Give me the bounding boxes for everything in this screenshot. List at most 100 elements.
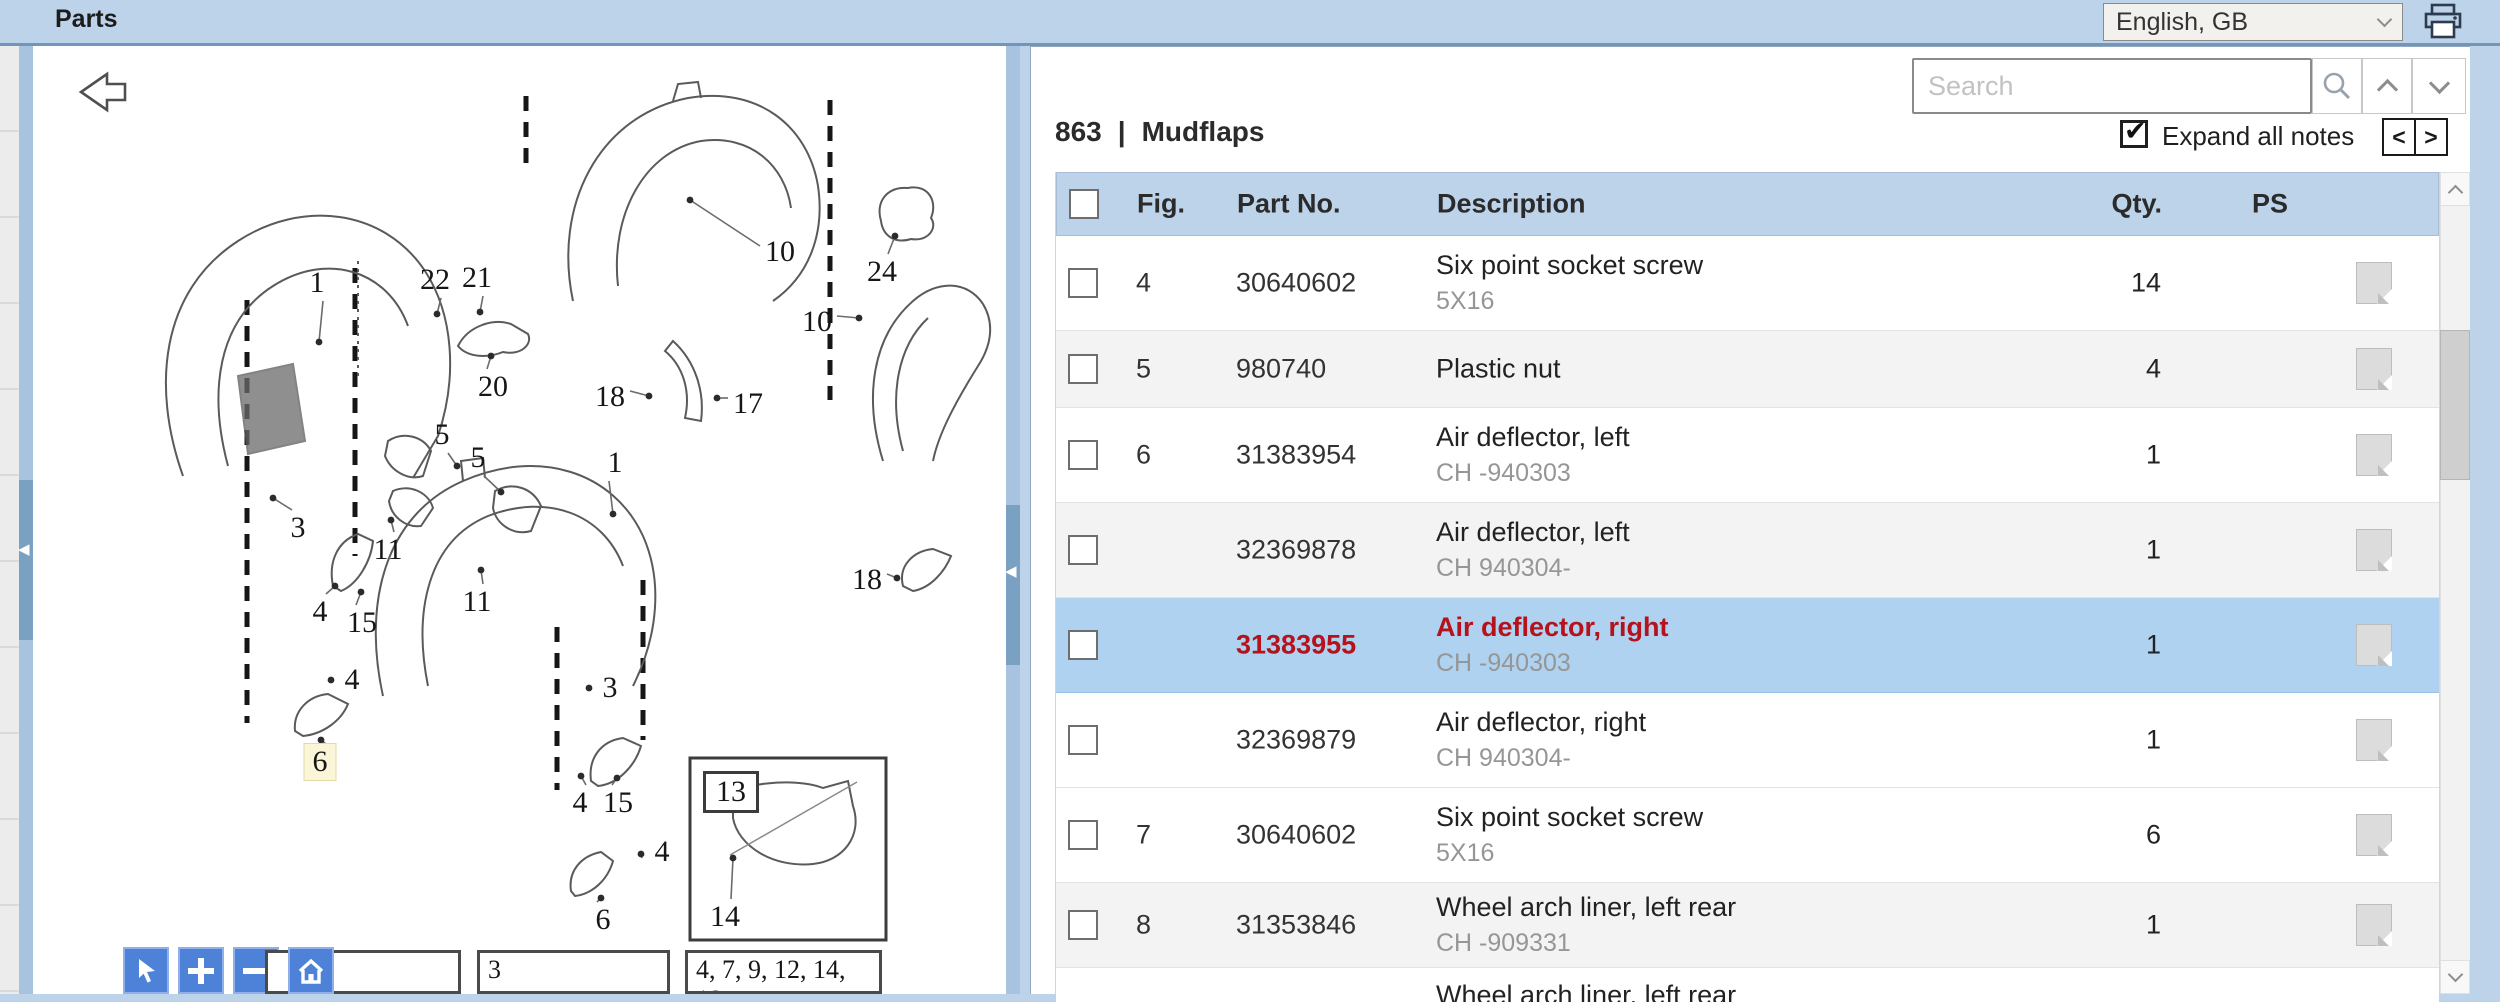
table-row[interactable]: 6 31383954 Air deflector, left CH -940303 1 <box>1056 408 2439 503</box>
left-splitter[interactable]: ◀ <box>18 46 33 994</box>
part-number: 32369878 <box>1236 534 1357 565</box>
description-cell: Six point socket screw 5X16 <box>1436 250 2046 316</box>
row-checkbox[interactable] <box>1068 630 1098 660</box>
table-row[interactable]: 32369878 Air deflector, left CH 940304- 1 <box>1056 503 2439 598</box>
quantity: 1 <box>2145 439 2161 470</box>
diagram-panel: 1 22 21 20 10 24 10 18 17 5 5 1 3 11 11 4 15 3 4 6 18 4 15 4 6 14… <box>33 46 1006 994</box>
table-row[interactable]: 32369879 Air deflector, right CH 940304- 1 <box>1056 693 2439 788</box>
diagram-callout-22: 22 <box>420 263 450 296</box>
left-splitter-grip[interactable] <box>19 480 33 640</box>
description-chassis-range: CH -940303 <box>1436 459 1571 487</box>
plus-icon <box>188 957 214 984</box>
panel-splitter[interactable]: ◀ <box>1005 46 1020 994</box>
diagram-callout-24: 24 <box>867 255 897 288</box>
thumbnail-figure-group[interactable]: 4, 7, 9, 12, 14, 18 <box>685 950 882 994</box>
table-row[interactable]: 5 980740 Plastic nut 4 <box>1056 331 2439 408</box>
part-number: 32369879 <box>1236 724 1357 755</box>
search-icon <box>2323 72 2351 100</box>
header-description: Description <box>1437 188 1586 219</box>
header-fig: Fig. <box>1137 188 1185 219</box>
description-chassis-range: CH -909331 <box>1436 929 1571 957</box>
scrollbar-thumb[interactable] <box>2440 330 2470 480</box>
description-cell: Plastic nut <box>1436 354 2046 385</box>
scroll-up-button[interactable] <box>2440 172 2470 206</box>
diagram-callout-6: 6 <box>303 743 337 781</box>
search-input[interactable] <box>1912 58 2312 114</box>
diagram-callout-4: 4 <box>344 663 360 696</box>
zoom-in-button[interactable] <box>178 947 224 994</box>
header-qty: Qty. <box>2111 188 2162 219</box>
quantity: 6 <box>2145 819 2161 850</box>
description-chassis-range: CH 940304- <box>1436 744 1571 772</box>
quantity: 1 <box>2145 909 2161 940</box>
chevron-down-icon <box>2447 966 2463 982</box>
note-icon[interactable] <box>2356 719 2392 761</box>
search-next-button[interactable] <box>2412 58 2466 114</box>
part-number: 30640602 <box>1236 819 1357 850</box>
note-icon[interactable] <box>2356 529 2392 571</box>
diagram-callout-6: 6 <box>595 903 611 936</box>
part-number: 31383954 <box>1236 439 1357 470</box>
table-row[interactable]: 8 31353846 Wheel arch liner, left rear CH -… <box>1056 883 2439 968</box>
row-checkbox[interactable] <box>1068 268 1098 298</box>
section-divider: | <box>1117 116 1126 147</box>
table-row[interactable]: 7 30640602 Six point socket screw 5X16 6 <box>1056 788 2439 883</box>
part-number: 980740 <box>1236 353 1327 384</box>
description-cell: Air deflector, left CH 940304- <box>1436 517 2046 583</box>
callout-layer: 1 22 21 20 10 24 10 18 17 5 5 1 3 11 11 4 15 3 4 6 18 4 15 4 6 14… <box>33 46 1006 994</box>
pointer-tool-button[interactable] <box>123 947 169 994</box>
description: Wheel arch liner, left rear <box>1436 892 1737 922</box>
diagram-callout-11: 11 <box>373 533 403 566</box>
row-checkbox[interactable] <box>1068 910 1098 940</box>
description-chassis-range: CH 940304- <box>1436 554 1571 582</box>
search-button[interactable] <box>2312 58 2362 114</box>
note-icon[interactable] <box>2356 348 2392 390</box>
diagram-callout-18: 18 <box>852 563 882 596</box>
quantity: 14 <box>2130 267 2161 298</box>
search-prev-button[interactable] <box>2362 58 2412 114</box>
row-checkbox[interactable] <box>1068 820 1098 850</box>
chevron-up-icon <box>2376 78 2398 100</box>
diagram-callout-17: 17 <box>733 387 763 420</box>
row-checkbox[interactable] <box>1068 725 1098 755</box>
diagram-callout-4: 4 <box>572 786 588 819</box>
note-icon[interactable] <box>2356 262 2392 304</box>
part-number: 30640602 <box>1236 267 1357 298</box>
next-figure-button[interactable]: > <box>2414 120 2446 154</box>
collapse-diagram-icon[interactable]: ◀ <box>1005 562 1017 580</box>
fig-number: 4 <box>1136 267 1152 298</box>
thumbnail-figure-3[interactable]: 3 <box>477 950 670 994</box>
part-number: 31353846 <box>1236 909 1357 940</box>
description-cell: Air deflector, right CH -940303 <box>1436 612 2046 678</box>
scroll-down-button[interactable] <box>2440 960 2470 994</box>
language-select[interactable]: English, GB <box>2103 3 2403 41</box>
print-button[interactable] <box>2420 3 2466 41</box>
description: Air deflector, left <box>1436 517 1630 547</box>
figure-nav: < > <box>2382 118 2448 156</box>
description: Air deflector, left <box>1436 422 1630 452</box>
note-icon[interactable] <box>2356 814 2392 856</box>
cursor-icon <box>139 958 155 983</box>
select-all-checkbox[interactable] <box>1069 189 1099 219</box>
quantity: 1 <box>2145 534 2161 565</box>
description: Six point socket screw <box>1436 250 1704 280</box>
note-icon[interactable] <box>2356 434 2392 476</box>
row-checkbox[interactable] <box>1068 535 1098 565</box>
home-view-button[interactable] <box>288 947 334 994</box>
table-row[interactable]: Wheel arch liner, left rear <box>1056 968 2439 1002</box>
collapse-left-icon[interactable]: ◀ <box>18 540 30 558</box>
expand-all-notes-checkbox[interactable] <box>2120 116 2148 148</box>
panel-splitter-grip[interactable] <box>1006 505 1020 665</box>
scrollbar-track[interactable] <box>2440 172 2470 994</box>
header-part: Part No. <box>1237 188 1341 219</box>
row-checkbox[interactable] <box>1068 354 1098 384</box>
row-checkbox[interactable] <box>1068 440 1098 470</box>
note-icon[interactable] <box>2356 624 2392 666</box>
description: Plastic nut <box>1436 353 1561 384</box>
section-title: 863 | Mudflaps <box>1055 116 1264 148</box>
previous-figure-button[interactable]: < <box>2384 120 2414 154</box>
table-header: Fig. Part No. Description Qty. PS <box>1056 172 2439 236</box>
table-row[interactable]: 31383955 Air deflector, right CH -940303 1 <box>1056 598 2439 693</box>
table-row[interactable]: 4 30640602 Six point socket screw 5X16 14 <box>1056 236 2439 331</box>
note-icon[interactable] <box>2356 904 2392 946</box>
